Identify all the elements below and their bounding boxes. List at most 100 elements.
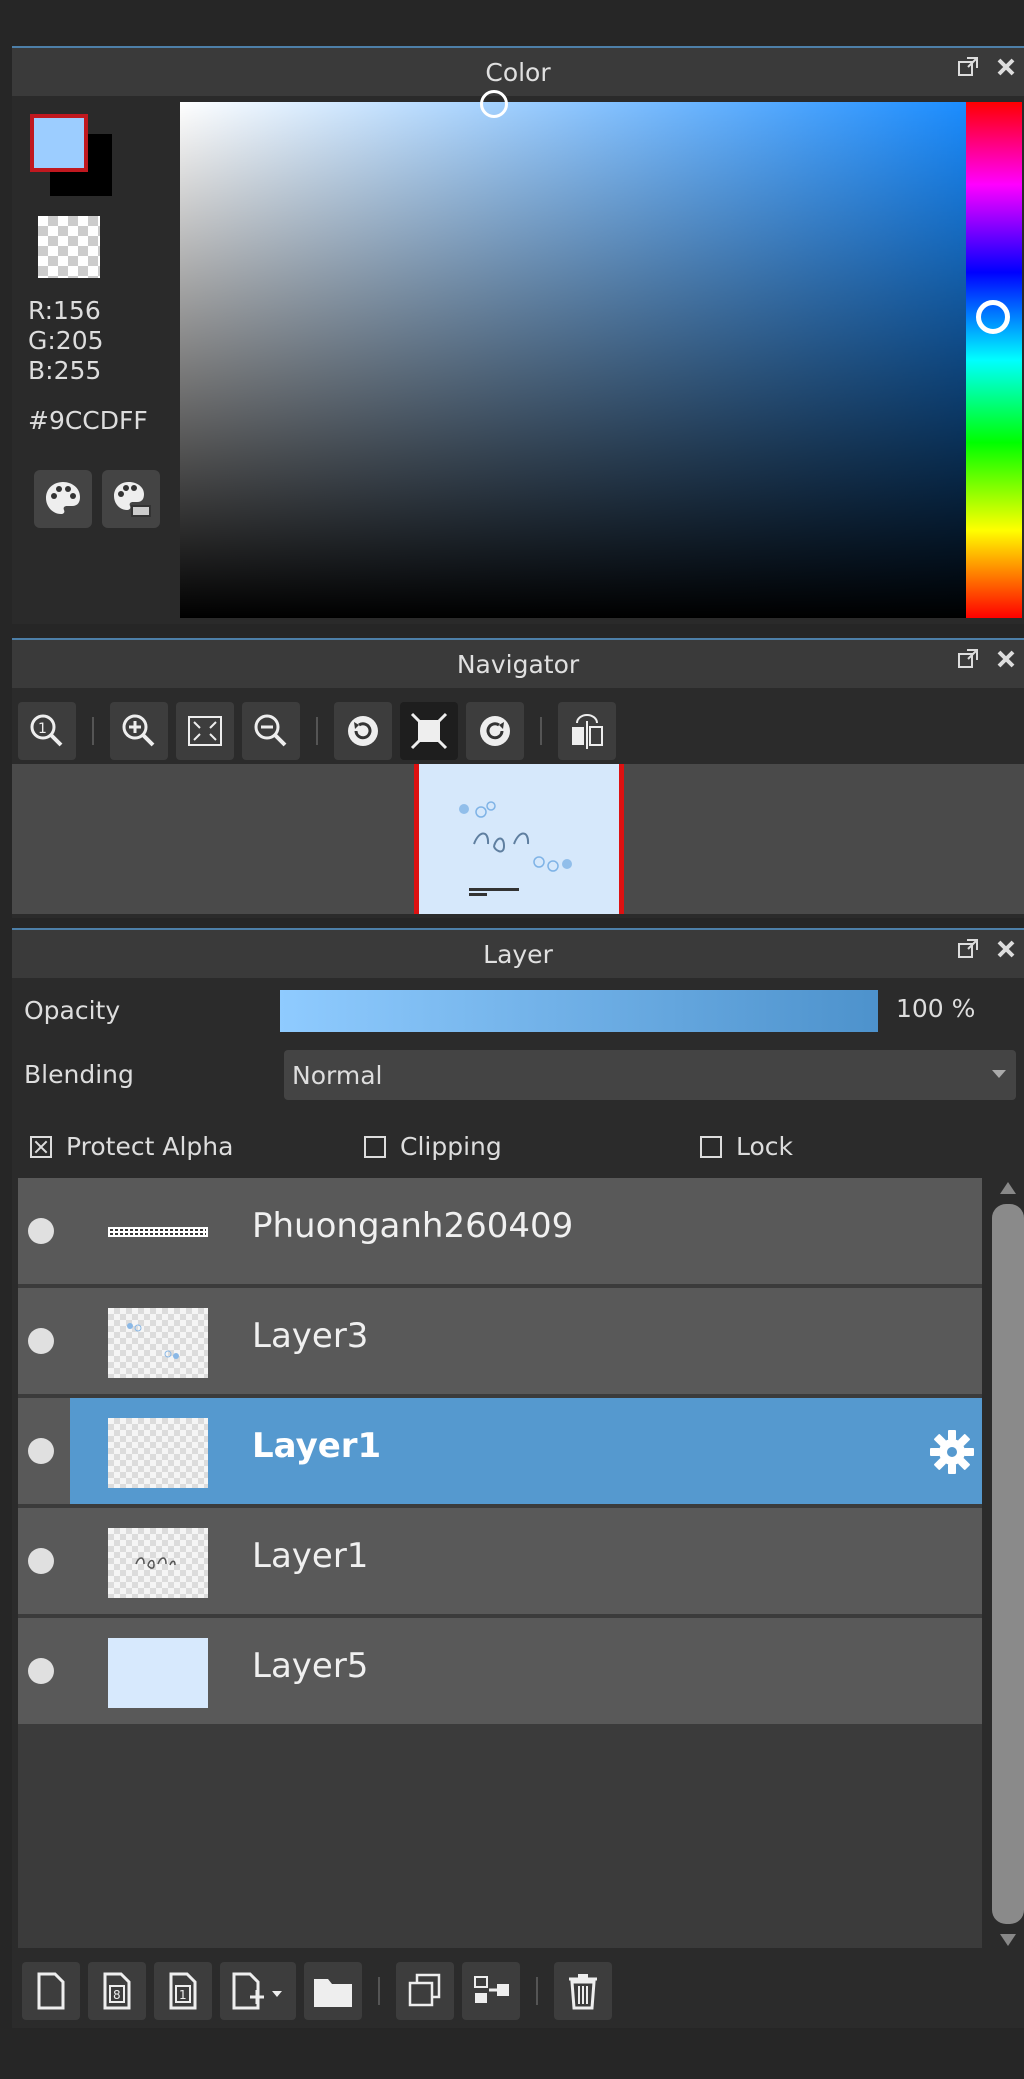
new-8bit-layer-button[interactable]: 8 [88,1962,146,2020]
layer-row[interactable]: Layer1 [18,1508,982,1614]
protect-alpha-checkbox[interactable]: Protect Alpha [30,1132,233,1161]
layer-name: Layer3 [252,1316,369,1356]
checkbox-unchecked-icon [700,1135,722,1158]
hue-slider[interactable] [966,102,1022,618]
fit-window-button[interactable] [400,702,458,760]
popout-icon[interactable] [956,648,980,672]
color-panel-title: Color [485,57,551,87]
navigator-panel-header: Navigator [12,638,1024,688]
chevron-down-icon [992,1070,1006,1078]
sv-picker-cursor[interactable] [480,90,508,118]
layer-thumbnail [108,1638,208,1708]
merge-layer-button[interactable] [462,1962,520,2020]
layer-row[interactable]: Layer3 [18,1288,982,1394]
rotate-right-button[interactable] [466,702,524,760]
zoom-out-button[interactable] [242,702,300,760]
opacity-slider[interactable] [280,990,878,1032]
new-folder-button[interactable] [304,1962,362,2020]
navigator-toolbar: 1 [12,696,1024,766]
close-icon[interactable] [994,56,1018,80]
add-layer-menu-button[interactable] [220,1962,296,2020]
saturation-value-picker[interactable] [180,102,969,618]
close-icon[interactable] [994,648,1018,672]
red-value: R:156 [28,296,101,325]
blending-value: Normal [292,1060,383,1090]
popout-icon[interactable] [956,56,980,80]
close-icon[interactable] [994,938,1018,962]
layer-name: Phuonganh260409 [252,1206,574,1246]
flip-horizontal-button[interactable] [558,702,616,760]
scroll-down-icon[interactable] [1000,1934,1016,1946]
new-layer-button[interactable] [22,1962,80,2020]
visibility-icon[interactable] [28,1218,54,1244]
svg-text:8: 8 [113,1988,121,2002]
navigator-panel-title: Navigator [456,649,580,679]
folder-icon [314,1979,352,2007]
layer-list-scrollbar[interactable] [988,1178,1024,1948]
duplicate-layer-button[interactable] [396,1962,454,2020]
fit-screen-icon [188,716,222,746]
scrollbar-thumb[interactable] [992,1204,1024,1924]
blending-label: Blending [24,1060,134,1089]
zoom-actual-icon: 1 [30,714,63,747]
protect-alpha-label: Protect Alpha [66,1132,234,1161]
palette-edit-button[interactable] [102,470,160,528]
new-1bit-layer-icon: 1 [169,1972,197,2010]
delete-layer-icon [569,1974,597,2010]
rotate-right-icon [480,716,510,746]
canvas-thumbnail[interactable] [414,764,624,914]
checkbox-checked-icon [30,1135,52,1158]
svg-text:1: 1 [179,1988,187,2002]
visibility-icon[interactable] [28,1438,54,1464]
layer-thumbnail [108,1308,208,1378]
layer-row[interactable]: Phuonganh260409 [18,1178,982,1284]
gear-icon[interactable] [928,1428,976,1476]
layer-panel: Layer Opacity 100 % Blending Normal Prot… [12,928,1024,2028]
layer-row[interactable]: Layer5 [18,1618,982,1724]
new-8bit-layer-icon: 8 [103,1972,131,2010]
hex-value[interactable]: #9CCDFF [28,406,148,435]
layer-thumbnail [108,1418,208,1488]
layer-list: Phuonganh260409 Layer3 Layer1 Layer1 Lay… [18,1178,982,1948]
palette-edit-icon [114,482,151,517]
merge-layer-icon [474,1976,509,2003]
palette-button[interactable] [34,470,92,528]
lock-label: Lock [736,1132,794,1161]
palette-icon [46,482,80,514]
zoom-actual-button[interactable]: 1 [18,702,76,760]
layer-thumbnail [108,1222,208,1242]
zoom-in-icon [122,714,155,747]
transparent-color-swatch[interactable] [38,216,100,278]
visibility-icon[interactable] [28,1658,54,1684]
hue-slider-cursor[interactable] [976,300,1010,334]
layer-name: Layer1 [252,1426,382,1466]
layer-panel-header: Layer [12,928,1024,978]
delete-layer-button[interactable] [554,1962,612,2020]
layer-name: Layer1 [252,1536,369,1576]
fit-screen-button[interactable] [176,702,234,760]
popout-icon[interactable] [956,938,980,962]
canvas-thumbnail-art [459,801,572,896]
layer-panel-title: Layer [483,939,553,969]
clipping-label: Clipping [400,1132,502,1161]
opacity-value: 100 % [896,994,976,1023]
duplicate-layer-icon [408,1973,441,2007]
visibility-icon[interactable] [28,1548,54,1574]
green-value: G:205 [28,326,104,355]
layer-row-selected[interactable]: Layer1 [18,1398,982,1504]
scroll-up-icon[interactable] [1000,1182,1016,1194]
layer-toolbar: 8 1 [12,1956,1024,2026]
visibility-icon[interactable] [28,1328,54,1354]
blue-value: B:255 [28,356,102,385]
new-1bit-layer-button[interactable]: 1 [154,1962,212,2020]
svg-text:1: 1 [38,721,47,737]
clipping-checkbox[interactable]: Clipping [364,1132,502,1161]
checkbox-unchecked-icon [364,1135,386,1158]
lock-checkbox[interactable]: Lock [700,1132,793,1161]
rotate-left-button[interactable] [334,702,392,760]
foreground-color-swatch[interactable] [30,114,88,172]
zoom-in-button[interactable] [110,702,168,760]
rotate-left-icon [348,716,378,746]
flip-horizontal-icon [572,714,603,749]
blending-select[interactable]: Normal [284,1050,1016,1100]
